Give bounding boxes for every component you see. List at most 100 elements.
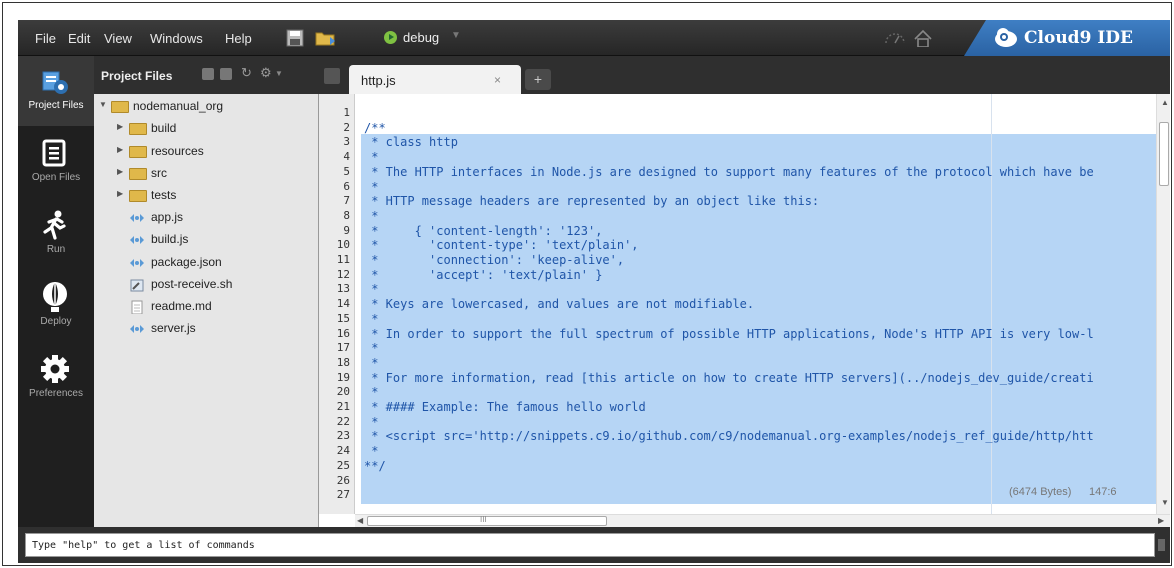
save-icon[interactable] xyxy=(286,29,304,47)
editor-tab-bar: http.js × + xyxy=(319,56,1170,94)
tree-file[interactable]: build.js xyxy=(117,230,297,250)
menu-file[interactable]: File xyxy=(35,31,56,46)
line-number: 18 xyxy=(336,355,350,369)
tree-folder[interactable]: ▶ src xyxy=(117,164,297,184)
tab-http-js[interactable]: http.js × xyxy=(349,65,521,94)
console-resize-handle[interactable] xyxy=(1158,539,1165,551)
line-number: 16 xyxy=(336,326,350,340)
horizontal-scrollbar[interactable]: ◀ III ▶ xyxy=(355,514,1170,527)
sidebar-item-run[interactable]: Run xyxy=(18,200,94,270)
menu-bar: File Edit View Windows Help debug ▼ Clou… xyxy=(18,20,1170,56)
code-line: **/ xyxy=(364,458,386,473)
code-line: * In order to support the full spectrum … xyxy=(364,326,1094,341)
print-margin xyxy=(991,94,992,514)
sidebar-label: Deploy xyxy=(40,316,72,327)
tree-item-label: build xyxy=(151,121,177,135)
refresh-icon[interactable]: ↻ xyxy=(241,65,253,80)
chevron-right-icon[interactable]: ▶ xyxy=(117,167,123,176)
line-number: 25 xyxy=(336,458,350,472)
play-icon xyxy=(384,31,397,44)
line-number: 23 xyxy=(336,429,350,443)
tree-item-label: app.js xyxy=(151,210,184,224)
line-number: 6 xyxy=(343,179,350,193)
chevron-down-icon[interactable]: ▼ xyxy=(275,69,287,81)
project-files-panel: Project Files ↻ ⚙ ▼ ▼ nodemanual_org ▶ b… xyxy=(94,56,319,527)
home-icon[interactable] xyxy=(913,29,933,47)
chevron-down-icon[interactable]: ▼ xyxy=(451,30,461,41)
tree-item-label: package.json xyxy=(151,255,222,269)
tree-file[interactable]: server.js xyxy=(117,319,297,339)
new-folder-icon[interactable] xyxy=(220,68,232,80)
scrollbar-thumb[interactable] xyxy=(1159,122,1169,186)
scroll-down-icon[interactable]: ▼ xyxy=(1161,498,1169,507)
tree-file[interactable]: app.js xyxy=(117,208,297,228)
sidebar-label: Open Files xyxy=(31,172,81,183)
line-number: 11 xyxy=(336,253,350,266)
sidebar-item-preferences[interactable]: Preferences xyxy=(18,344,94,414)
scroll-left-icon[interactable]: ◀ xyxy=(357,516,363,525)
line-number: 14 xyxy=(336,297,350,311)
sidebar-item-deploy[interactable]: Deploy xyxy=(18,272,94,342)
line-number: 9 xyxy=(343,223,350,237)
debug-button[interactable]: debug ▼ xyxy=(381,27,463,49)
text-selection xyxy=(361,134,1156,504)
scrollbar-thumb[interactable]: III xyxy=(367,515,607,526)
sidebar-item-project-files[interactable]: Project Files xyxy=(18,56,94,126)
chevron-right-icon[interactable]: ▶ xyxy=(117,145,123,154)
open-folder-icon[interactable] xyxy=(315,29,337,47)
close-icon[interactable]: × xyxy=(494,73,501,87)
tree-file[interactable]: readme.md xyxy=(117,297,297,317)
preferences-icon xyxy=(41,355,69,383)
scroll-up-icon[interactable]: ▲ xyxy=(1161,98,1169,107)
tree-file[interactable]: post-receive.sh xyxy=(117,275,297,295)
tree-file[interactable]: package.json xyxy=(117,253,297,273)
tree-item-label: nodemanual_org xyxy=(133,99,224,113)
sidebar-label: Project Files xyxy=(28,100,84,111)
add-tab-button[interactable]: + xyxy=(525,69,551,90)
menu-windows[interactable]: Windows xyxy=(150,31,203,46)
debug-label: debug xyxy=(403,30,440,45)
code-line: * xyxy=(364,150,379,165)
cloud9-logo-icon xyxy=(995,28,1017,47)
gear-icon[interactable]: ⚙ xyxy=(260,65,272,80)
window-frame: File Edit View Windows Help debug ▼ Clou… xyxy=(2,2,1172,566)
menu-help[interactable]: Help xyxy=(225,31,252,46)
project-panel-header: Project Files ↻ ⚙ ▼ xyxy=(94,56,319,94)
menu-view[interactable]: View xyxy=(104,31,132,46)
line-number: 7 xyxy=(343,194,350,208)
code-line: * The HTTP interfaces in Node.js are des… xyxy=(364,164,1094,179)
tree-item-label: readme.md xyxy=(151,299,212,313)
menu-edit[interactable]: Edit xyxy=(68,31,90,46)
speedometer-icon[interactable] xyxy=(884,29,906,47)
code-line: * xyxy=(364,311,379,326)
code-line: * 'connection': 'keep-alive', xyxy=(364,253,625,267)
tree-folder[interactable]: ▶ build xyxy=(117,119,297,139)
tree-folder-root[interactable]: ▼ nodemanual_org xyxy=(99,97,299,117)
tree-folder[interactable]: ▶ tests xyxy=(117,186,297,206)
script-file-icon xyxy=(130,279,144,292)
code-line: * xyxy=(364,385,379,400)
sidebar-label: Run xyxy=(46,244,66,255)
line-number: 8 xyxy=(343,208,350,222)
folder-icon xyxy=(111,101,129,113)
tab-menu-icon[interactable] xyxy=(324,68,340,84)
js-file-icon xyxy=(130,325,144,333)
chevron-right-icon[interactable]: ▶ xyxy=(117,189,123,198)
command-input[interactable] xyxy=(25,533,1155,557)
tree-folder[interactable]: ▶ resources xyxy=(117,142,297,162)
project-files-icon xyxy=(42,71,68,94)
left-sidebar: Project Files Open Files Run Deploy Pref… xyxy=(18,56,94,527)
sidebar-item-open-files[interactable]: Open Files xyxy=(18,128,94,198)
line-number: 20 xyxy=(336,385,350,399)
chevron-down-icon[interactable]: ▼ xyxy=(99,100,107,109)
scroll-right-icon[interactable]: ▶ xyxy=(1158,516,1164,525)
code-editor[interactable]: /** * class http * * The HTTP interfaces… xyxy=(356,94,1156,514)
collapse-all-icon[interactable] xyxy=(202,68,214,80)
code-line: * #### Example: The famous hello world xyxy=(364,400,646,414)
code-line: * xyxy=(364,355,379,370)
sidebar-label: Preferences xyxy=(29,388,83,399)
vertical-scrollbar[interactable]: ▲ ▼ xyxy=(1156,94,1170,514)
js-file-icon xyxy=(130,236,144,244)
line-number: 15 xyxy=(336,311,350,325)
chevron-right-icon[interactable]: ▶ xyxy=(117,122,123,131)
